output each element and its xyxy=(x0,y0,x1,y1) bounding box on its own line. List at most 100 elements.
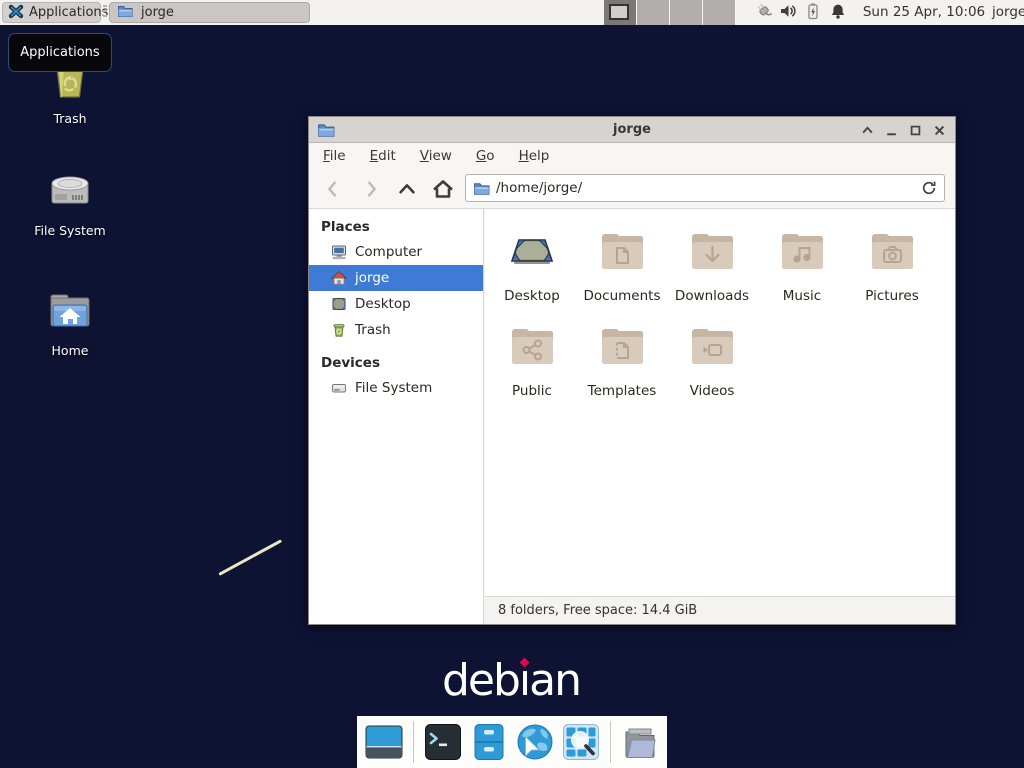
music-folder-icon xyxy=(778,227,826,275)
file-item-templates[interactable]: Templates xyxy=(577,322,667,399)
sidebar-item-trash[interactable]: Trash xyxy=(309,317,483,343)
path-bar[interactable]: /home/jorge/ xyxy=(465,174,945,202)
desktop-folder-icon xyxy=(508,227,556,275)
statusbar-text: 8 folders, Free space: 14.4 GiB xyxy=(498,603,697,618)
maximize-button[interactable] xyxy=(908,123,923,138)
debian-wallpaper-logo: debıan xyxy=(431,656,591,706)
file-item-downloads[interactable]: Downloads xyxy=(667,227,757,304)
file-item-documents[interactable]: Documents xyxy=(577,227,667,304)
file-item-label: Downloads xyxy=(667,288,757,304)
desktop-icon xyxy=(331,296,347,312)
dock-panel xyxy=(357,716,667,768)
sidebar: Places Computer xyxy=(309,209,484,624)
battery-charging-icon[interactable] xyxy=(804,2,822,24)
debian-logo-i: ı xyxy=(519,656,529,706)
sidebar-item-desktop[interactable]: Desktop xyxy=(309,291,483,317)
file-item-label: Documents xyxy=(577,288,667,304)
statusbar: 8 folders, Free space: 14.4 GiB xyxy=(485,596,955,624)
up-button[interactable] xyxy=(393,175,420,202)
file-item-public[interactable]: Public xyxy=(487,322,577,399)
workspace-3[interactable] xyxy=(670,0,703,25)
desktop-icon-label: Trash xyxy=(22,111,118,126)
file-item-label: Pictures xyxy=(847,288,937,304)
downloads-folder-icon xyxy=(688,227,736,275)
volume-icon[interactable] xyxy=(779,2,797,24)
panel-clock[interactable]: Sun 25 Apr, 10:06 xyxy=(858,0,990,25)
menubar: File Edit View Go Help xyxy=(309,144,955,168)
taskbar-window-label: jorge xyxy=(141,5,174,20)
close-button[interactable] xyxy=(932,123,947,138)
templates-folder-icon xyxy=(598,322,646,370)
power-plug-icon[interactable] xyxy=(753,1,772,24)
titlebar[interactable]: jorge xyxy=(309,117,955,143)
sidebar-item-label: jorge xyxy=(355,270,389,286)
shade-button[interactable] xyxy=(860,123,875,138)
directory-menu-icon[interactable] xyxy=(621,723,659,761)
desktop-icon-label: File System xyxy=(22,223,118,238)
sidebar-item-file-system[interactable]: File System xyxy=(309,375,483,401)
sidebar-item-computer[interactable]: Computer xyxy=(309,239,483,265)
reload-icon[interactable] xyxy=(920,179,938,197)
path-text[interactable]: /home/jorge/ xyxy=(496,175,582,201)
menu-go[interactable]: Go xyxy=(464,144,507,168)
panel-grip[interactable] xyxy=(103,5,107,20)
dock-separator xyxy=(610,721,611,763)
back-button[interactable] xyxy=(319,175,346,202)
minimize-button[interactable] xyxy=(884,123,899,138)
taskbar-window-button[interactable]: jorge xyxy=(109,2,310,23)
workspace-2[interactable] xyxy=(637,0,670,25)
workspace-4[interactable] xyxy=(703,0,736,25)
debian-logo-text: deb xyxy=(442,655,519,706)
file-item-pictures[interactable]: Pictures xyxy=(847,227,937,304)
drive-icon xyxy=(331,380,347,396)
window-controls xyxy=(860,117,947,143)
file-item-videos[interactable]: Videos xyxy=(667,322,757,399)
computer-icon xyxy=(331,244,347,260)
sidebar-item-label: Computer xyxy=(355,244,422,260)
applications-tooltip: Applications xyxy=(8,33,112,72)
terminal-icon[interactable] xyxy=(424,723,462,761)
top-panel: Applications jorge xyxy=(0,0,1024,25)
applications-menu-label: Applications xyxy=(29,5,108,20)
file-item-label: Videos xyxy=(667,383,757,399)
file-grid: Desktop Documents xyxy=(485,209,955,596)
application-finder-icon[interactable] xyxy=(562,723,600,761)
path-folder-icon xyxy=(473,180,490,197)
sidebar-item-label: File System xyxy=(355,380,432,396)
workspace-window-thumb xyxy=(609,4,629,20)
file-item-label: Templates xyxy=(577,383,667,399)
desktop-root: Applications jorge xyxy=(0,0,1024,768)
show-desktop-icon[interactable] xyxy=(365,723,403,761)
file-manager-window: jorge File Edit View Go Help xyxy=(308,116,956,625)
menu-view[interactable]: View xyxy=(408,144,464,168)
panel-username[interactable]: jorge xyxy=(992,0,1024,25)
toolbar: /home/jorge/ xyxy=(309,168,955,209)
sidebar-item-jorge[interactable]: jorge xyxy=(309,265,483,291)
debian-logo-text: an xyxy=(529,655,580,706)
sidebar-item-label: Trash xyxy=(355,322,391,338)
menu-edit[interactable]: Edit xyxy=(358,144,408,168)
menu-help[interactable]: Help xyxy=(507,144,562,168)
file-item-music[interactable]: Music xyxy=(757,227,847,304)
desktop-icon-home[interactable]: Home xyxy=(22,288,118,358)
sidebar-item-label: Desktop xyxy=(355,296,411,312)
menu-file[interactable]: File xyxy=(311,144,358,168)
desktop-icon-file-system[interactable]: File System xyxy=(22,168,118,238)
file-manager-icon[interactable] xyxy=(470,723,508,761)
tooltip-text: Applications xyxy=(20,45,99,60)
sidebar-heading-devices: Devices xyxy=(309,351,483,375)
file-item-desktop[interactable]: Desktop xyxy=(487,227,577,304)
pointer-line-artifact xyxy=(218,539,282,576)
file-item-label: Public xyxy=(487,383,577,399)
notifications-bell-icon[interactable] xyxy=(829,2,847,24)
applications-menu-button[interactable]: Applications xyxy=(2,2,101,23)
forward-button[interactable] xyxy=(357,175,384,202)
web-browser-icon[interactable] xyxy=(516,723,554,761)
pictures-folder-icon xyxy=(868,227,916,275)
workspace-1[interactable] xyxy=(604,0,637,25)
trash-icon xyxy=(331,322,347,338)
documents-folder-icon xyxy=(598,227,646,275)
drive-icon xyxy=(46,168,94,216)
home-button[interactable] xyxy=(429,175,456,202)
workspace-pager[interactable] xyxy=(604,0,736,25)
